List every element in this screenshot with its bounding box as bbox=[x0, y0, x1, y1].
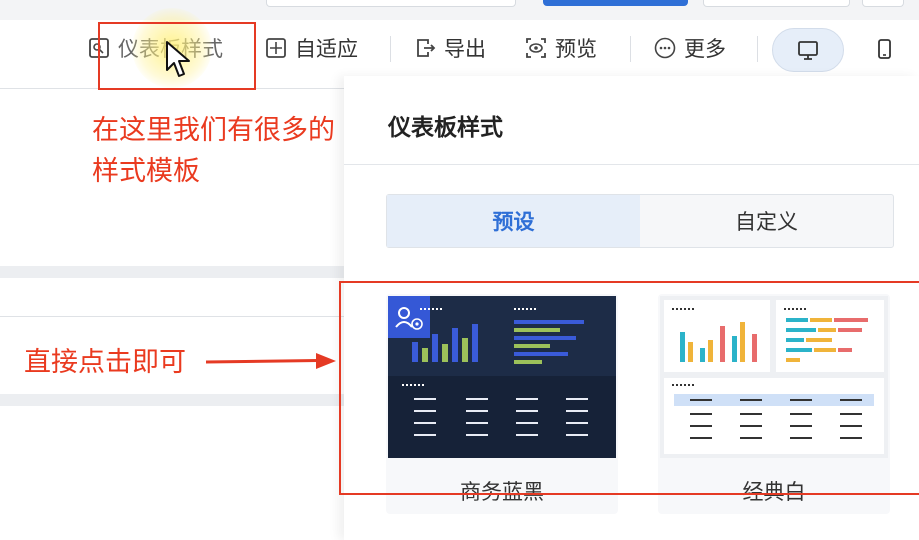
top-extra-button[interactable] bbox=[862, 0, 904, 7]
canvas-band bbox=[0, 394, 344, 406]
tab-preset[interactable]: 预设 bbox=[387, 195, 640, 247]
more-icon bbox=[654, 37, 676, 59]
toolbar-divider bbox=[757, 36, 758, 62]
auto-fit-label: 自适应 bbox=[295, 37, 358, 61]
top-search-box[interactable] bbox=[266, 0, 516, 7]
annotation-note-line: 样式模板 bbox=[92, 156, 200, 187]
more-label: 更多 bbox=[684, 37, 726, 61]
tab-custom[interactable]: 自定义 bbox=[640, 195, 893, 247]
preview-button[interactable]: 预览 bbox=[525, 20, 597, 76]
device-toggle bbox=[772, 28, 919, 72]
annotation-note-top: 在这里我们有很多的 样式模板 bbox=[92, 110, 335, 192]
canvas-band bbox=[0, 266, 344, 278]
panel-title: 仪表板样式 bbox=[388, 115, 503, 141]
toolbar-divider bbox=[390, 36, 391, 62]
mobile-icon bbox=[878, 39, 891, 59]
toolbar-divider bbox=[630, 36, 631, 62]
preview-icon bbox=[526, 38, 546, 58]
mobile-view-button[interactable] bbox=[849, 28, 919, 70]
annotation-note-left: 直接点击即可 bbox=[24, 347, 186, 378]
preview-label: 预览 bbox=[555, 37, 597, 61]
annotation-box-themes bbox=[339, 281, 919, 495]
desktop-icon bbox=[798, 41, 818, 60]
mouse-cursor-icon bbox=[166, 41, 190, 77]
export-button[interactable]: 导出 bbox=[414, 20, 486, 76]
panel-separator bbox=[344, 164, 919, 165]
top-primary-button[interactable] bbox=[543, 0, 688, 6]
more-button[interactable]: 更多 bbox=[654, 20, 726, 76]
annotation-arrow bbox=[206, 353, 336, 369]
top-secondary-button[interactable] bbox=[703, 0, 850, 7]
export-label: 导出 bbox=[444, 37, 486, 61]
auto-fit-icon bbox=[266, 38, 286, 58]
style-tabs: 预设 自定义 bbox=[386, 194, 894, 248]
export-icon bbox=[417, 39, 436, 57]
desktop-view-button[interactable] bbox=[772, 28, 844, 72]
canvas-divider bbox=[0, 316, 344, 317]
top-strip bbox=[0, 0, 919, 20]
annotation-note-line: 在这里我们有很多的 bbox=[92, 115, 335, 146]
auto-fit-button[interactable]: 自适应 bbox=[265, 20, 358, 76]
